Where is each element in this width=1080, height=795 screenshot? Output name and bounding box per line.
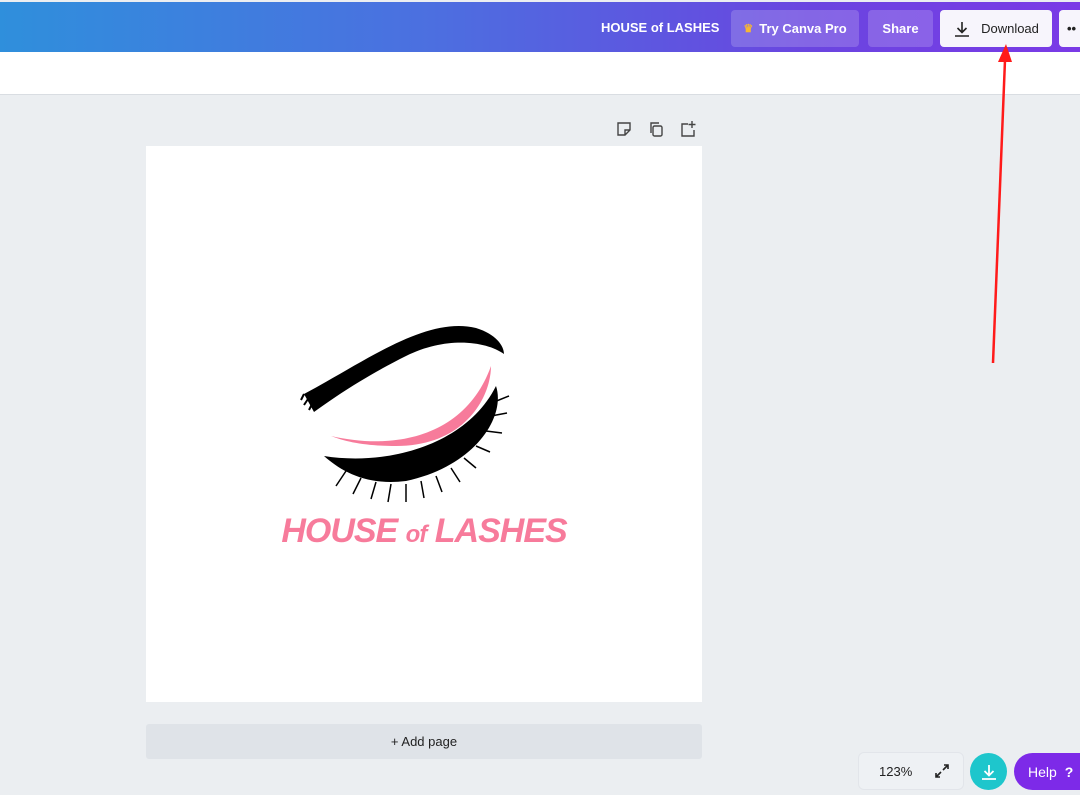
try-pro-label: Try Canva Pro bbox=[759, 21, 847, 36]
try-canva-pro-button[interactable]: ♛ Try Canva Pro bbox=[731, 10, 859, 47]
help-label: Help bbox=[1028, 763, 1057, 780]
duplicate-page-icon[interactable] bbox=[647, 120, 665, 138]
fullscreen-icon[interactable] bbox=[934, 763, 950, 779]
share-button[interactable]: Share bbox=[868, 10, 933, 47]
crown-icon: ♛ bbox=[743, 23, 754, 35]
download-label: Download bbox=[981, 21, 1039, 36]
eyelash-logo-graphic bbox=[300, 326, 510, 503]
design-page[interactable]: HOUSE of LASHES bbox=[146, 146, 702, 702]
zoom-level[interactable]: 123% bbox=[879, 764, 912, 779]
download-button[interactable]: Download bbox=[940, 10, 1052, 47]
download-icon bbox=[955, 21, 970, 37]
toolbar bbox=[0, 52, 1080, 95]
add-page-icon[interactable] bbox=[679, 120, 697, 138]
more-options-button[interactable]: •• bbox=[1059, 10, 1080, 47]
help-icon: ? bbox=[1064, 763, 1074, 780]
download-fab-button[interactable] bbox=[970, 753, 1007, 790]
add-page-button[interactable]: + Add page bbox=[146, 724, 702, 759]
help-button[interactable]: Help ? bbox=[1014, 753, 1080, 790]
logo-text: HOUSE of LASHES bbox=[281, 512, 567, 550]
zoom-control[interactable]: 123% bbox=[858, 752, 964, 790]
top-bar: HOUSE of LASHES ♛ Try Canva Pro Share Do… bbox=[0, 2, 1080, 52]
notes-icon[interactable] bbox=[615, 120, 633, 138]
page-tools bbox=[615, 120, 697, 138]
design-title[interactable]: HOUSE of LASHES bbox=[601, 20, 719, 35]
download-icon bbox=[981, 764, 996, 780]
